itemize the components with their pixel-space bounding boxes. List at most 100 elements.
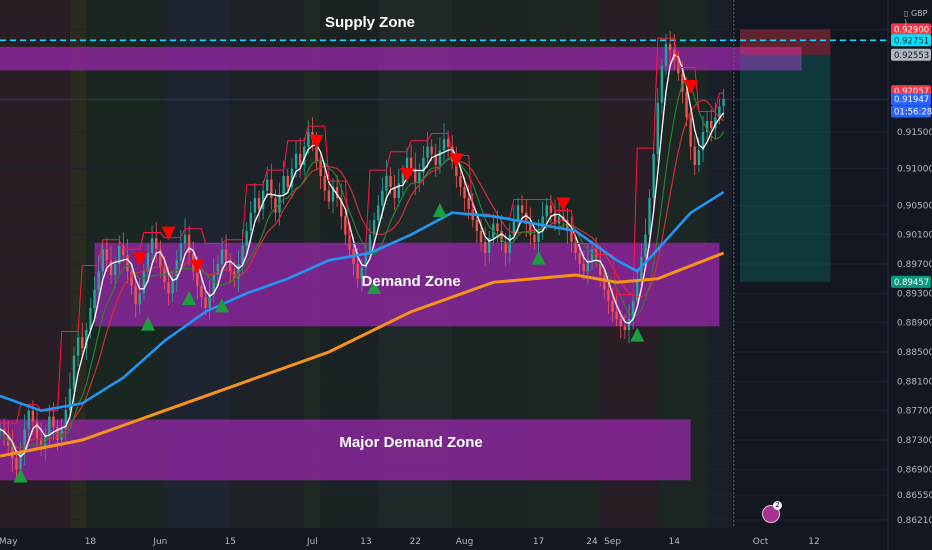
candle-body xyxy=(245,231,248,246)
date-tick-label: May xyxy=(0,537,18,547)
candle-body xyxy=(656,102,659,154)
candle-body xyxy=(385,176,388,191)
candle-body xyxy=(389,176,392,187)
candle-body xyxy=(627,319,631,330)
candle-body xyxy=(270,179,273,198)
price-tick-label: 0.86550 xyxy=(897,491,932,501)
candle-body xyxy=(660,66,664,103)
price-tick-label: 0.89700 xyxy=(897,260,932,270)
candle-body xyxy=(130,271,133,286)
candle-body xyxy=(72,355,76,389)
candle-body xyxy=(167,282,170,294)
candle-body xyxy=(520,205,524,213)
price-tick-label: 0.86900 xyxy=(897,465,932,475)
candle-body xyxy=(356,264,359,279)
candle-body xyxy=(430,146,433,154)
candle-body xyxy=(138,293,141,305)
candle-body xyxy=(697,150,701,165)
date-tick-label: 22 xyxy=(409,537,420,547)
candle-body xyxy=(298,154,302,165)
price-tag-label: 0.92751 xyxy=(894,36,929,46)
candle-body xyxy=(294,154,298,169)
candle-body xyxy=(327,190,331,202)
candle-body xyxy=(48,416,51,437)
candle-body xyxy=(179,243,183,261)
candle-body xyxy=(101,249,104,272)
candle-body xyxy=(668,44,672,50)
candle-body xyxy=(286,176,289,187)
candle-body xyxy=(52,416,55,427)
candle-body xyxy=(693,146,696,165)
candle-body xyxy=(689,117,692,147)
date-tick-label: Oct xyxy=(753,537,769,547)
candle-body xyxy=(224,249,228,261)
price-tick-label: 0.91500 xyxy=(897,128,932,138)
candle-body xyxy=(377,205,380,220)
currency-prefix-icon: ▯ xyxy=(904,9,911,18)
date-tick-label: Aug xyxy=(456,537,474,547)
candle-body xyxy=(266,179,269,191)
price-chart[interactable]: 0.929000.915000.910000.905000.901000.897… xyxy=(0,0,932,550)
candle-body xyxy=(648,198,651,235)
stop-loss-box xyxy=(740,29,831,55)
price-tag-label: 01:56:28 xyxy=(894,107,932,117)
candle-body xyxy=(27,410,30,429)
candle-body xyxy=(249,212,252,231)
price-tick-label: 0.89300 xyxy=(897,289,932,299)
candle-body xyxy=(442,139,446,151)
candle-body xyxy=(722,99,725,107)
candle-body xyxy=(142,271,146,294)
candle-body xyxy=(282,176,285,195)
price-tick-label: 0.90100 xyxy=(897,231,932,241)
price-tag-label: 0.92553 xyxy=(894,51,929,61)
candle-body xyxy=(615,311,618,319)
candle-body xyxy=(216,264,220,275)
candle-body xyxy=(644,234,647,257)
candle-body xyxy=(97,271,100,290)
price-tick-label: 0.91000 xyxy=(897,165,932,175)
candle-body xyxy=(475,220,479,231)
candle-body xyxy=(652,154,655,198)
candle-body xyxy=(150,238,154,253)
candle-body xyxy=(274,198,277,213)
currency-label[interactable]: ▯ GBP ) xyxy=(904,9,932,27)
zone-label: Demand Zone xyxy=(361,273,461,291)
date-tick-label: 24 xyxy=(586,537,598,547)
zone-label: Major Demand Zone xyxy=(339,433,483,451)
candle-body xyxy=(582,264,585,272)
candle-body xyxy=(31,410,35,422)
date-tick-label: Jul xyxy=(306,537,318,547)
candle-body xyxy=(93,289,96,308)
candle-body xyxy=(204,297,207,308)
candle-body xyxy=(253,198,257,213)
candle-body xyxy=(134,286,137,305)
notification-badge[interactable]: 2 xyxy=(773,501,782,510)
candle-body xyxy=(479,231,483,242)
candle-body xyxy=(710,121,713,129)
date-tick-label: 14 xyxy=(668,537,680,547)
candle-body xyxy=(257,198,261,209)
take-profit-box xyxy=(740,54,831,282)
candle-body xyxy=(611,300,614,312)
candle-body xyxy=(113,264,117,275)
candle-body xyxy=(533,234,536,242)
price-tick-label: 0.88500 xyxy=(897,348,932,358)
price-tick-label: 0.87700 xyxy=(897,407,932,417)
price-tick-label: 0.87300 xyxy=(897,436,932,446)
candle-body xyxy=(344,216,347,235)
date-tick-label: 18 xyxy=(85,537,97,547)
currency-text: GBP xyxy=(910,9,928,18)
candle-body xyxy=(467,198,470,209)
candle-body xyxy=(220,249,224,264)
price-tick-label: 0.90500 xyxy=(897,201,932,211)
price-tick-label: 0.88100 xyxy=(897,377,932,387)
candle-body xyxy=(409,157,413,169)
price-tag-label: 0.89457 xyxy=(894,278,929,288)
price-tag-label: 0.91947 xyxy=(894,95,929,105)
date-tick-label: 15 xyxy=(224,537,235,547)
candle-body xyxy=(105,249,109,261)
candle-body xyxy=(426,146,429,158)
date-tick-label: 12 xyxy=(808,537,819,547)
price-tick-label: 0.88900 xyxy=(897,319,932,329)
candle-body xyxy=(323,176,326,191)
